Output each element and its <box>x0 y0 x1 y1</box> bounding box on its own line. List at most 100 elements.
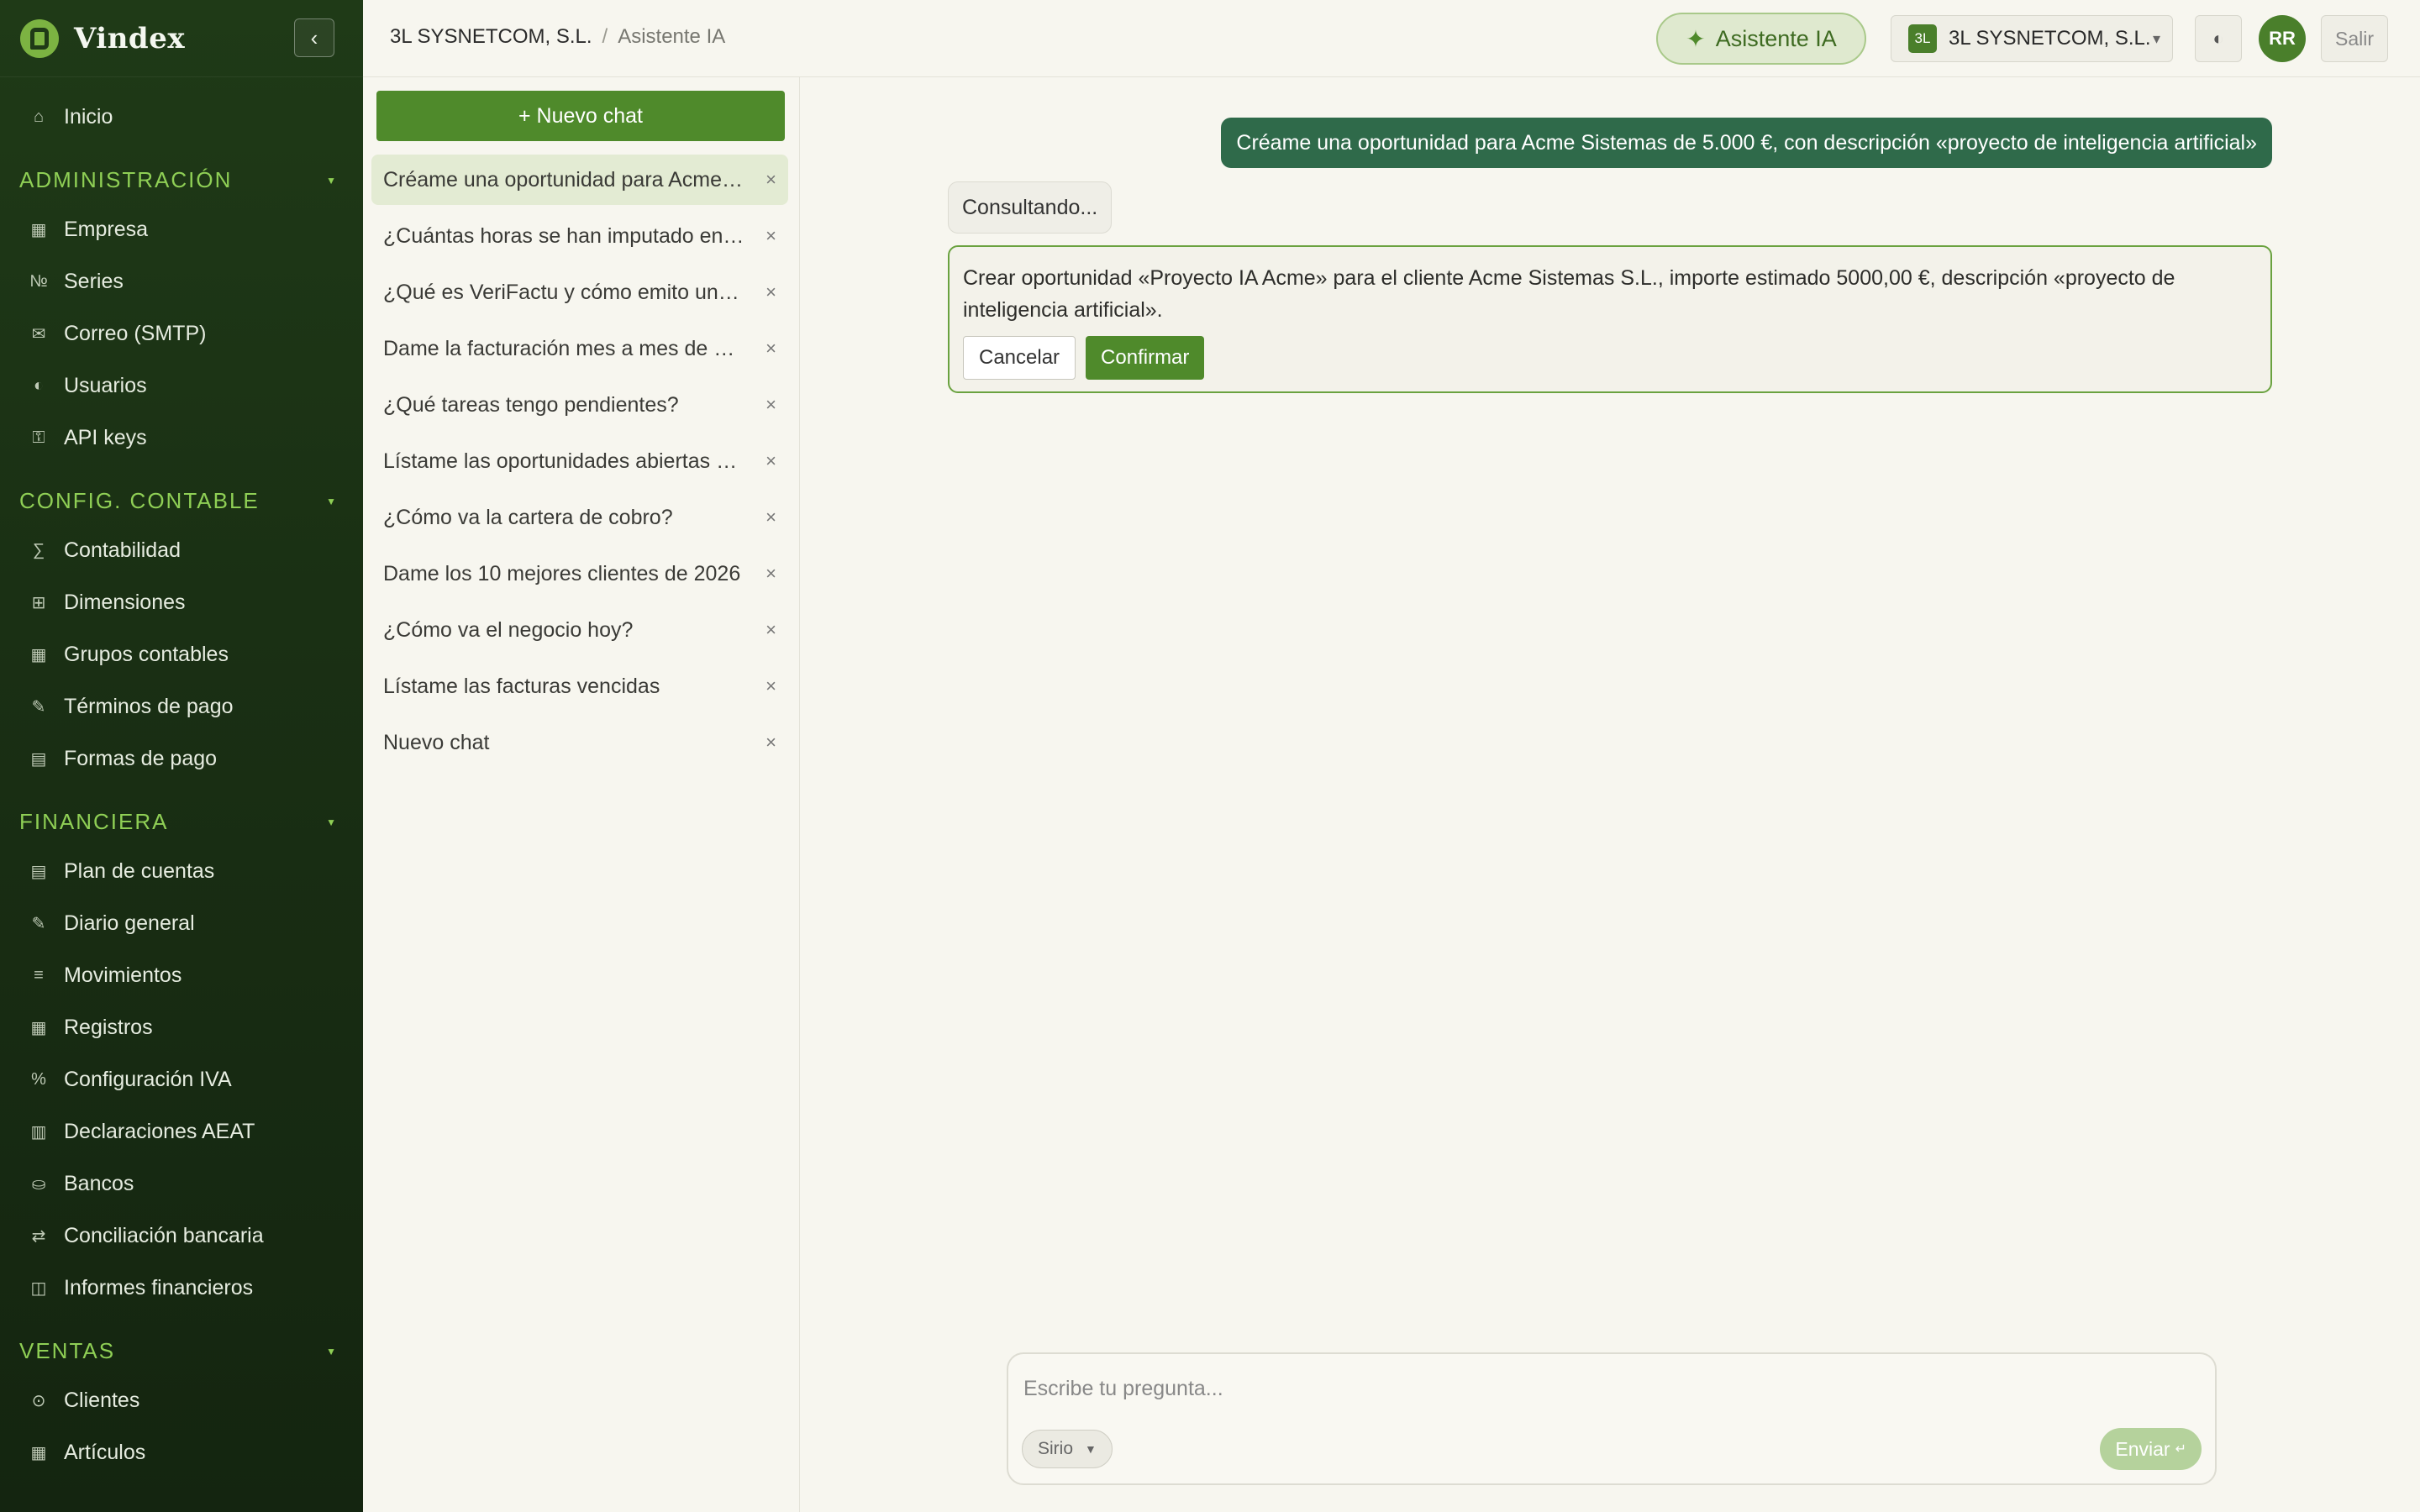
caret-down-icon: ▼ <box>1085 1442 1097 1456</box>
sidebar-section-administracion[interactable]: ADMINISTRACIÓN ▼ <box>0 143 363 203</box>
chat-title: Créame una oportunidad para Acme Sistema… <box>383 167 744 192</box>
sidebar-section-financiera[interactable]: FINANCIERA ▼ <box>0 785 363 845</box>
sidebar-section-config-contable[interactable]: CONFIG. CONTABLE ▼ <box>0 464 363 524</box>
avatar[interactable]: RR <box>2259 15 2306 62</box>
sidebar-item-label: API keys <box>64 425 147 449</box>
chat-main: Créame una oportunidad para Acme Sistema… <box>800 77 2420 1512</box>
sidebar-item-label: Declaraciones AEAT <box>64 1119 255 1143</box>
delete-chat-icon[interactable]: × <box>765 732 776 753</box>
bancos-icon: ⛀ <box>31 1174 46 1194</box>
sidebar-item-correo-smtp[interactable]: ✉ Correo (SMTP) <box>0 307 363 360</box>
chat-list-item[interactable]: ¿Qué es VeriFactu y cómo emito una factu… <box>371 267 788 318</box>
confirmation-text: Crear oportunidad «Proyecto IA Acme» par… <box>963 266 2175 322</box>
delete-chat-icon[interactable]: × <box>765 169 776 191</box>
dimensiones-icon: ⊞ <box>31 593 46 612</box>
sidebar-section-ventas[interactable]: VENTAS ▼ <box>0 1314 363 1374</box>
breadcrumb: 3L SYSNETCOM, S.L. / Asistente IA <box>390 25 725 49</box>
sidebar-item-series[interactable]: № Series <box>0 255 363 307</box>
chat-title: Lístame las facturas vencidas <box>383 674 660 698</box>
contabilidad-icon: ∑ <box>32 540 45 559</box>
sidebar-item-conciliacion-bancaria[interactable]: ⇄ Conciliación bancaria <box>0 1210 363 1262</box>
sidebar-item-label: Movimientos <box>64 963 182 987</box>
clientes-icon: ⊙ <box>31 1391 46 1410</box>
logout-button[interactable]: Salir <box>2321 15 2388 62</box>
chat-title: ¿Cómo va el negocio hoy? <box>383 617 634 642</box>
sidebar-item-label: Informes financieros <box>64 1275 254 1299</box>
company-selector-label: 3L SYSNETCOM, S.L. <box>1949 27 2151 50</box>
chat-list-item[interactable]: ¿Cómo va el negocio hoy? × <box>371 605 788 655</box>
chat-list-item[interactable]: ¿Cuántas horas se han imputado en el pro… <box>371 211 788 261</box>
ai-assistant-button[interactable]: ✦ Asistente IA <box>1656 13 1866 65</box>
delete-chat-icon[interactable]: × <box>765 563 776 585</box>
collapse-sidebar-button[interactable]: ‹ <box>294 18 334 57</box>
chat-list-item[interactable]: Dame la facturación mes a mes de 2026 × <box>371 323 788 374</box>
chat-list-item[interactable]: Lístame las facturas vencidas × <box>371 661 788 711</box>
sidebar-item-label: Artículos <box>64 1440 146 1464</box>
chat-list-item[interactable]: ¿Qué tareas tengo pendientes? × <box>371 380 788 430</box>
sidebar-item-dimensiones[interactable]: ⊞ Dimensiones <box>0 576 363 628</box>
sidebar-item-label: Configuración IVA <box>64 1067 232 1091</box>
empresa-icon: ▦ <box>30 220 47 239</box>
confirm-button[interactable]: Confirmar <box>1086 336 1205 380</box>
sidebar-item-articulos[interactable]: ▦ Artículos <box>0 1426 363 1478</box>
sidebar-item-label: Usuarios <box>64 373 147 397</box>
delete-chat-icon[interactable]: × <box>765 675 776 697</box>
sidebar-item-clientes[interactable]: ⊙ Clientes <box>0 1374 363 1426</box>
cancel-button[interactable]: Cancelar <box>963 336 1076 380</box>
delete-chat-icon[interactable]: × <box>765 619 776 641</box>
sidebar-item-label: Conciliación bancaria <box>64 1223 264 1247</box>
sidebar-item-terminos-de-pago[interactable]: ✎ Términos de pago <box>0 680 363 732</box>
sidebar-item-informes-financieros[interactable]: ◫ Informes financieros <box>0 1262 363 1314</box>
chat-list-item[interactable]: Dame los 10 mejores clientes de 2026 × <box>371 549 788 599</box>
sidebar-item-bancos[interactable]: ⛀ Bancos <box>0 1158 363 1210</box>
grupos-contables-icon: ▦ <box>30 645 47 664</box>
action-confirmation-card: Crear oportunidad «Proyecto IA Acme» par… <box>948 245 2272 393</box>
sidebar-item-label: Clientes <box>64 1388 140 1412</box>
model-selector[interactable]: Sirio ▼ <box>1022 1430 1113 1468</box>
sidebar-item-label: Formas de pago <box>64 746 218 770</box>
delete-chat-icon[interactable]: × <box>765 225 776 247</box>
sidebar-item-registros[interactable]: ▦ Registros <box>0 1001 363 1053</box>
sidebar-item-grupos-contables[interactable]: ▦ Grupos contables <box>0 628 363 680</box>
chat-title: Lístame las oportunidades abiertas de es… <box>383 449 744 473</box>
chat-title: ¿Cómo va la cartera de cobro? <box>383 505 673 529</box>
caret-down-icon: ▾ <box>2152 29 2160 47</box>
chat-list-item[interactable]: Nuevo chat × <box>371 717 788 768</box>
api-keys-icon: ⚿ <box>32 428 45 447</box>
series-icon: № <box>29 271 48 291</box>
sidebar-item-declaraciones-aeat[interactable]: ▥ Declaraciones AEAT <box>0 1105 363 1158</box>
delete-chat-icon[interactable]: × <box>765 281 776 303</box>
send-button[interactable]: Enviar ↵ <box>2100 1428 2202 1470</box>
delete-chat-icon[interactable]: × <box>765 338 776 360</box>
sidebar-item-api-keys[interactable]: ⚿ API keys <box>0 412 363 464</box>
sidebar-item-label: Contabilidad <box>64 538 181 562</box>
chat-list-item[interactable]: ¿Cómo va la cartera de cobro? × <box>371 492 788 543</box>
sidebar-item-contabilidad[interactable]: ∑ Contabilidad <box>0 524 363 576</box>
declaraciones-aeat-icon: ▥ <box>30 1122 47 1142</box>
assistant-status-bubble: Consultando... <box>948 181 1113 234</box>
sidebar-section-title: VENTAS <box>19 1338 116 1363</box>
sidebar-item-configuracion-iva[interactable]: % Configuración IVA <box>0 1053 363 1105</box>
chat-list-item[interactable]: Lístame las oportunidades abiertas de es… <box>371 436 788 486</box>
sidebar-item-plan-de-cuentas[interactable]: ▤ Plan de cuentas <box>0 845 363 897</box>
chat-title: Nuevo chat <box>383 730 490 754</box>
delete-chat-icon[interactable]: × <box>765 450 776 472</box>
app-name: Vindex <box>74 21 186 55</box>
sidebar-item-formas-de-pago[interactable]: ▤ Formas de pago <box>0 732 363 785</box>
sidebar-item-empresa[interactable]: ▦ Empresa <box>0 203 363 255</box>
theme-toggle-button[interactable]: ◐ <box>2195 15 2242 62</box>
new-chat-button[interactable]: + Nuevo chat <box>376 91 785 141</box>
chat-history-panel: + Nuevo chat Créame una oportunidad para… <box>363 77 800 1512</box>
sidebar-item-label: Registros <box>64 1015 153 1039</box>
sidebar-item-movimientos[interactable]: ≡ Movimientos <box>0 949 363 1001</box>
sidebar-item-usuarios[interactable]: ◐ Usuarios <box>0 360 363 412</box>
company-selector[interactable]: 3L 3L SYSNETCOM, S.L. ▾ <box>1891 15 2173 62</box>
user-message-bubble: Créame una oportunidad para Acme Sistema… <box>1221 118 2272 168</box>
sidebar-item-inicio[interactable]: ⌂ Inicio <box>0 91 363 143</box>
question-input[interactable] <box>1023 1371 2183 1406</box>
chat-list-item[interactable]: Créame una oportunidad para Acme Sistema… <box>371 155 788 205</box>
delete-chat-icon[interactable]: × <box>765 507 776 528</box>
sidebar-item-diario-general[interactable]: ✎ Diario general <box>0 897 363 949</box>
delete-chat-icon[interactable]: × <box>765 394 776 416</box>
breadcrumb-company[interactable]: 3L SYSNETCOM, S.L. <box>390 25 592 49</box>
